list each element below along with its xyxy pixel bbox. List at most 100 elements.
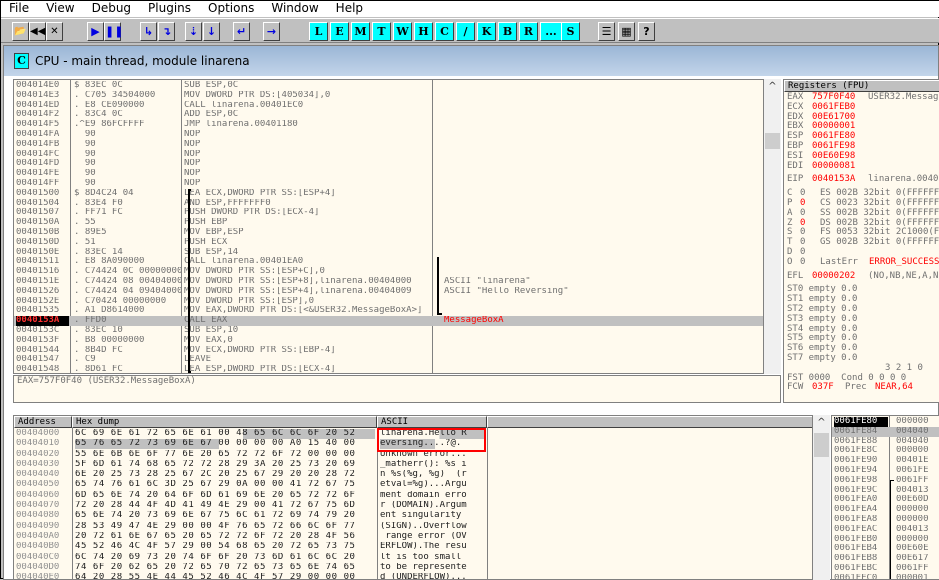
disasm-row[interactable]: 004014E3 . C705 34504000 MOV DWORD PTR DS:… xyxy=(14,91,763,101)
window-button-t[interactable]: T xyxy=(372,22,391,41)
scroll-up-icon[interactable]: ^ xyxy=(764,79,781,95)
dump-row[interactable]: 00404080 65 6E 74 20 73 69 6E 67 75 6C 61… xyxy=(14,511,812,521)
disasm-row[interactable]: 004014ED . E8 CE090000 CALL linarena.00401… xyxy=(14,101,763,111)
disasm-row[interactable]: 0040151E . C74424 08 00404000 MOV DWORD PT… xyxy=(14,277,763,287)
trace-over-button[interactable]: ↓ xyxy=(203,22,220,41)
register-row[interactable]: FCW 037F Prec NEAR,64 xyxy=(787,383,939,393)
scroll-thumb[interactable] xyxy=(765,133,780,149)
stack-row[interactable]: 0061FE9C 004013 xyxy=(832,486,939,496)
register-row[interactable]: ECX 0061FEB0 xyxy=(787,102,939,113)
disasm-row[interactable]: 0040152E . C70424 00000000 MOV DWORD PTR S… xyxy=(14,297,763,307)
register-row[interactable]: EAX757F0F40USER32.MessageBoxA xyxy=(787,92,939,103)
disasm-row[interactable]: 00401548 . 8D61 FC LEA ESP,DWORD PTR DS:[E… xyxy=(14,365,763,373)
window-button-h[interactable]: H xyxy=(414,22,433,41)
window-button-l[interactable]: L xyxy=(309,22,328,41)
disasm-row[interactable]: 00401511 . E8 8A090000 CALL linarena.00401… xyxy=(14,257,763,267)
dump-row[interactable]: 004040C0 6C 74 20 69 73 20 74 6F 6F 20 73… xyxy=(14,553,812,563)
menu-help[interactable]: Help xyxy=(328,1,372,17)
stack-row[interactable]: 0061FE88 004040 xyxy=(832,437,939,447)
disasm-row[interactable]: 004014FE 90 NOP xyxy=(14,169,763,179)
window-titlebar[interactable]: C CPU - main thread, module linarena xyxy=(4,46,938,76)
list-button[interactable]: ☰ xyxy=(598,22,615,41)
disasm-row[interactable]: 00401535 . A1 D8614000 MOV EAX,DWORD PTR D… xyxy=(14,306,763,316)
register-row[interactable]: O0 LastErr ERROR_SUCCESS (00000000) xyxy=(787,257,939,268)
run-button[interactable]: ▶ xyxy=(87,22,104,41)
menu-window[interactable]: Window xyxy=(263,1,327,17)
register-row[interactable]: EDX 00E61700 xyxy=(787,112,939,123)
stack-row[interactable]: 0061FE80 000000 xyxy=(832,417,939,427)
disasm-row[interactable]: 004014FA 90 NOP xyxy=(14,130,763,140)
disasm-row[interactable]: 00401504 . 83E4 F0 AND ESP,FFFFFFF0 xyxy=(14,199,763,209)
disasm-row[interactable]: 0040153C . 83EC 10 SUB ESP,10 xyxy=(14,326,763,336)
disasm-row[interactable]: 004014FD 90 NOP xyxy=(14,159,763,169)
register-row[interactable]: EIP 0040153A linarena.0040153A xyxy=(787,175,939,185)
stack-row[interactable]: 0061FE94 0061FE xyxy=(832,466,939,476)
dump-row[interactable]: 004040B0 45 52 46 4C 4F 57 29 00 54 68 65… xyxy=(14,542,812,552)
disasm-row[interactable]: 004014FB 90 NOP xyxy=(14,140,763,150)
stack-row[interactable]: 0061FEAC 004013 xyxy=(832,525,939,535)
close-button[interactable]: ✕ xyxy=(46,22,63,41)
dump-row[interactable]: 00404030 5F 6D 61 74 68 65 72 72 28 29 3A… xyxy=(14,460,812,470)
disasm-row[interactable]: 004014F2 . 83C4 0C ADD ESP,0C xyxy=(14,110,763,120)
menu-options[interactable]: Options xyxy=(200,1,263,17)
step-into-button[interactable]: ↳ xyxy=(140,22,157,41)
register-row[interactable]: T0GS 002B 32bit 0(FFFFFFFF) xyxy=(787,237,939,248)
stack-row[interactable]: 0061FEA8 000000 xyxy=(832,515,939,525)
stack-row[interactable]: 0061FEC0 000001 xyxy=(832,574,939,579)
trace-into-button[interactable]: ⇣ xyxy=(185,22,202,41)
register-row[interactable]: EBP 0061FE98 xyxy=(787,141,939,152)
disasm-row[interactable]: 0040150E . 83EC 14 SUB ESP,14 xyxy=(14,248,763,258)
disasm-row[interactable]: 00401516 . C74424 0C 00000000 MOV DWORD PT… xyxy=(14,267,763,277)
dump-row[interactable]: 004040A0 20 72 61 6E 67 65 20 65 72 72 6F… xyxy=(14,532,812,542)
dump-row[interactable]: 00404050 65 74 76 61 6C 3D 25 67 29 0A 00… xyxy=(14,480,812,490)
pause-button[interactable]: ❚❚ xyxy=(104,22,123,41)
disasm-row[interactable]: 00401526 . C74424 04 09404000 MOV DWORD PT… xyxy=(14,287,763,297)
stack-row[interactable]: 0061FE98 0061FF xyxy=(832,476,939,486)
window-button-w[interactable]: W xyxy=(393,22,412,41)
menu-debug[interactable]: Debug xyxy=(84,1,140,17)
dump-header-hex[interactable]: Hex dump xyxy=(72,416,377,428)
dump-header-address[interactable]: Address xyxy=(14,416,72,428)
disasm-row[interactable]: 004014FC 90 NOP xyxy=(14,150,763,160)
disasm-row[interactable]: 004014F5 .^E9 86FCFFFF JMP linarena.004011… xyxy=(14,120,763,130)
restart-button[interactable]: ◀◀ xyxy=(29,22,46,41)
dump-row[interactable]: 00404060 6D 65 6E 74 20 64 6F 6D 61 69 6E… xyxy=(14,491,812,501)
stack-row[interactable]: 0061FEA0 00E60D xyxy=(832,495,939,505)
disasm-row[interactable]: 00401500 $ 8D4C24 04 LEA ECX,DWORD PTR SS:… xyxy=(14,189,763,199)
execute-till-return-button[interactable]: ↵ xyxy=(233,22,250,41)
disasm-row[interactable]: 00401544 . 8B4D FC MOV ECX,DWORD PTR SS:[E… xyxy=(14,346,763,356)
disasm-row[interactable]: 0040150D . 51 PUSH ECX xyxy=(14,238,763,248)
window-button-e[interactable]: E xyxy=(330,22,349,41)
window-button-r[interactable]: R xyxy=(519,22,538,41)
register-row[interactable]: ESP 0061FE80 xyxy=(787,131,939,142)
hex-dump-pane[interactable]: Address Hex dump ASCII 00404000 6C 69 6E … xyxy=(13,415,813,580)
window-button-m[interactable]: M xyxy=(351,22,370,41)
dump-header-ascii[interactable]: ASCII xyxy=(377,416,487,428)
disasm-row[interactable]: 004014FF 90 NOP xyxy=(14,179,763,189)
menu-plugins[interactable]: Plugins xyxy=(140,1,200,17)
stack-row[interactable]: 0061FEB8 00E617 xyxy=(832,554,939,564)
disasm-row[interactable]: 00401547 . C9 LEAVE xyxy=(14,355,763,365)
registers-pane[interactable]: Registers (FPU) EAX 757F0F40 USER32.Messag… xyxy=(783,79,939,403)
stack-row[interactable]: 0061FEBC 0061FF xyxy=(832,564,939,574)
disassembly-pane[interactable]: 004014E0 $ 83EC 0C SUB ESP,0C 004014E3 . C70… xyxy=(13,79,764,374)
window-button-slash[interactable]: / xyxy=(456,22,475,41)
dump-row[interactable]: 00404090 28 53 49 47 4E 29 00 00 4F 76 65… xyxy=(14,522,812,532)
register-row[interactable]: EDI 00000081 xyxy=(787,161,939,172)
scroll-up-icon[interactable]: ^ xyxy=(813,415,830,431)
window-button-c[interactable]: C xyxy=(435,22,454,41)
menu-view[interactable]: View xyxy=(38,1,83,17)
stack-row[interactable]: 0061FE84 004040 xyxy=(832,426,939,437)
registers-header[interactable]: Registers (FPU) xyxy=(784,80,939,92)
help-button[interactable]: ? xyxy=(638,22,655,41)
dump-row[interactable]: 00404040 6E 20 25 73 28 25 67 2C 20 25 67… xyxy=(14,470,812,480)
disassembly-scrollbar[interactable]: ^ xyxy=(764,79,781,374)
register-row[interactable]: EFL 00000202 (NO,NB,NE,A,NS,PO,GE,G) xyxy=(787,271,939,282)
stack-row[interactable]: 0061FEA4 000000 xyxy=(832,505,939,515)
disasm-row[interactable]: 00401507 . FF71 FC PUSH DWORD PTR DS:[ECX-… xyxy=(14,208,763,218)
step-over-button[interactable]: ↴ xyxy=(158,22,175,41)
window-button-b[interactable]: B xyxy=(498,22,517,41)
disasm-row[interactable]: 004014E0 $ 83EC 0C SUB ESP,0C xyxy=(14,81,763,91)
stack-row[interactable]: 0061FE8C 000000 xyxy=(832,446,939,456)
menu-file[interactable]: File xyxy=(1,1,38,17)
